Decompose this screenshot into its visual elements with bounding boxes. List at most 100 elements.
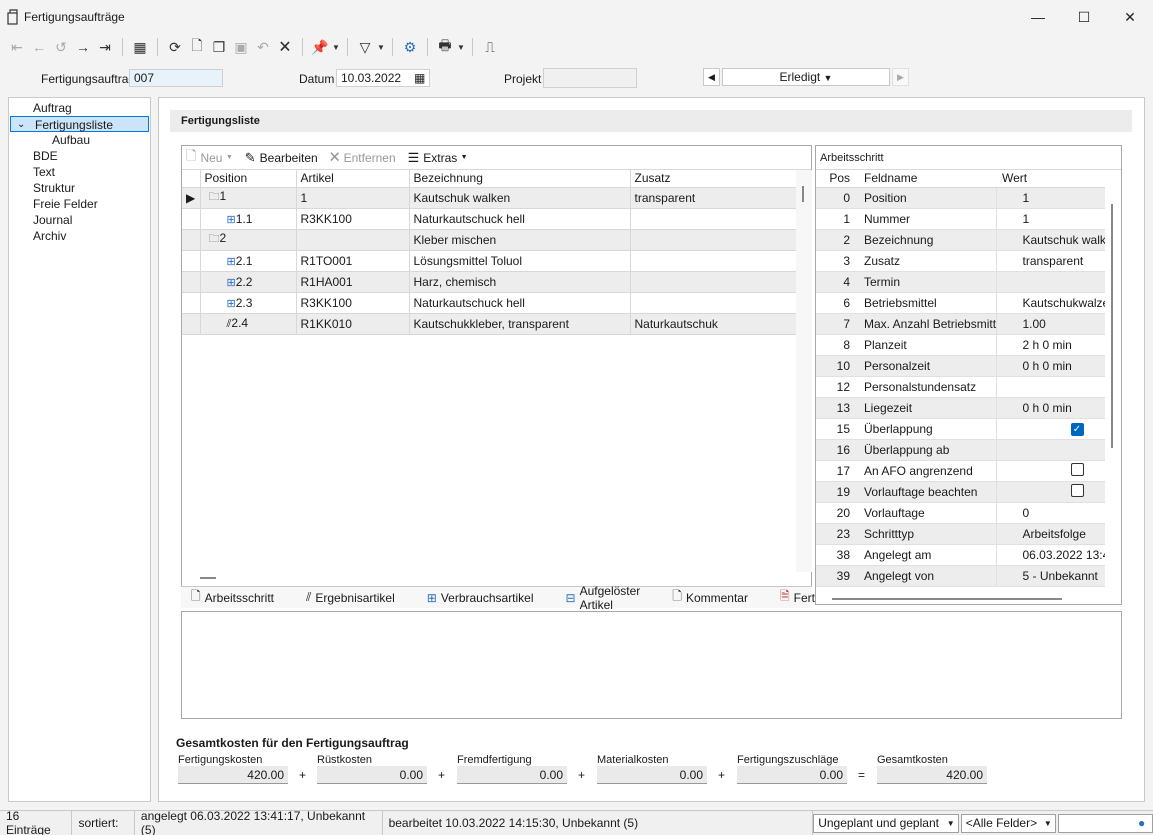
status-next-button[interactable]: ▶ [892,68,909,86]
auftrag-input[interactable]: 007 [129,69,223,87]
property-row[interactable]: 15 Überlappung ✓ [816,418,1105,440]
last-record-icon[interactable]: ⇥ [94,36,116,58]
filter-icon[interactable]: ▽ [354,36,376,58]
table-view-icon[interactable]: ▦ [129,36,151,58]
calendar-icon[interactable]: ▦ [414,71,425,85]
props-scrollbar[interactable] [1111,204,1113,448]
globe-search-icon: ● [1138,816,1146,830]
history-icon[interactable]: ↺ [50,36,72,58]
print-icon[interactable]: 🖶 [434,36,456,58]
status-prev-button[interactable]: ◀ [703,68,720,86]
pin-icon[interactable]: 📌 [309,36,331,58]
fertigungsliste-grid: 🗋 Neu ▼ ✎ Bearbeiten 🗙 Entfernen ☰ Extras ▼ … [181,145,812,605]
property-row[interactable]: 8 Planzeit 2 h 0 min [816,334,1105,356]
property-row[interactable]: 38Angelegt am06.03.2022 13:41 [816,544,1105,566]
table-row[interactable]: ⊞2.1 R1TO001 Lösungsmittel Toluol [182,250,799,272]
search-input[interactable]: ● [1057,813,1153,833]
property-row[interactable]: 2 Bezeichnung Kautschuk walke [816,229,1105,251]
nav-item-journal[interactable]: Journal [9,212,150,228]
props-hscrollbar[interactable] [832,598,1062,600]
tab-verbrauchsartikel[interactable]: ⊞ Verbrauchsartikel [427,591,534,605]
property-row[interactable]: 4 Termin [816,271,1105,293]
filter-dropdown-icon[interactable]: ▼ [376,43,386,52]
exit-icon[interactable]: ⎍ [479,36,501,58]
remove-icon: 🗙 [329,147,340,163]
folder-icon: 🗀 [208,191,220,203]
projekt-input[interactable] [543,68,637,88]
property-row[interactable]: 1 Nummer 1 [816,208,1105,230]
first-record-icon[interactable]: ⇤ [6,36,28,58]
checkbox-unchecked[interactable] [1070,462,1084,476]
property-row[interactable]: 23 Schritttyp Arbeitsfolge [816,523,1105,545]
column-header-bezeichnung[interactable]: Bezeichnung [409,170,631,188]
property-row[interactable]: 0 Position 1 [816,187,1105,209]
maximize-button[interactable]: ☐ [1061,0,1107,34]
table-row[interactable]: ⊞2.2 R1HA001 Harz, chemisch [182,271,799,293]
table-row[interactable]: ⊞2.3 R3KK100 Naturkautschuck hell [182,292,799,314]
new-document-icon[interactable]: 🗋 [186,36,208,58]
property-row[interactable]: 3 Zusatz transparent [816,250,1105,272]
checkbox-checked[interactable]: ✓ [1070,423,1084,436]
column-header-artikel[interactable]: Artikel [296,170,410,188]
copy-icon[interactable]: ❐ [208,36,230,58]
app-icon [7,9,18,25]
nav-item-bde[interactable]: BDE [9,148,150,164]
grid-scrollbar[interactable] [796,170,812,572]
cost-label: Rüstkosten [317,754,373,766]
new-document-icon: 🗋 [186,147,197,163]
undo-icon[interactable]: ↶ [252,36,274,58]
print-dropdown-icon[interactable]: ▼ [456,43,466,52]
column-header-position[interactable]: Position [200,170,297,188]
previous-icon[interactable]: ← [28,36,50,58]
tab-arbeitsschritt[interactable]: 🗋 Arbeitsschritt [191,587,274,608]
table-row[interactable]: 🗀2 Kleber mischen [182,229,799,251]
tab-ferti[interactable]: 🗎 Ferti [780,587,818,608]
close-button[interactable]: ✕ [1107,0,1153,34]
extras-button[interactable]: ☰ Extras ▼ [408,150,468,166]
refresh-icon[interactable]: ⟳ [164,36,186,58]
nav-item-auftrag[interactable]: Auftrag [9,100,150,116]
memo-area[interactable] [181,611,1122,719]
property-row[interactable]: 6 Betriebsmittel Kautschukwalze [816,292,1105,314]
nav-item-aufbau[interactable]: Aufbau [9,132,150,148]
column-header-zusatz[interactable]: Zusatz [630,170,799,188]
property-row[interactable]: 16 Überlappung ab [816,439,1105,461]
fields-select[interactable]: <Alle Felder> ▼ [960,813,1056,833]
save-icon[interactable]: ▣ [230,36,252,58]
nav-item-struktur[interactable]: Struktur [9,180,150,196]
table-row[interactable]: ▶ 🗀1 1 Kautschuk walken transparent [182,187,799,209]
property-row[interactable]: 17 An AFO angrenzend [816,460,1105,482]
property-row[interactable]: 7 Max. Anzahl Betriebsmittel 1.00 [816,313,1105,335]
property-row[interactable]: 12 Personalstundensatz [816,376,1105,398]
settings-icon[interactable]: ⚙ [399,36,421,58]
property-row[interactable]: 10 Personalzeit 0 h 0 min [816,355,1105,377]
filter-select[interactable]: Ungeplant und geplant ▼ [813,813,959,833]
next-icon[interactable]: → [72,36,94,58]
property-table: Pos Feldname Wert 0 Position 1 1 Nummer 1 2 Bez… [816,170,1105,587]
checkbox-unchecked[interactable] [1070,483,1084,497]
nav-item-freie-felder[interactable]: Freie Felder [9,196,150,212]
table-row[interactable]: ⫽2.4 R1KK010 Kautschukkleber, transparen… [182,313,799,335]
tab-ergebnisartikel[interactable]: ⫽ Ergebnisartikel [306,590,395,605]
nav-item-archiv[interactable]: Archiv [9,228,150,244]
tab-kommentar[interactable]: 🗋 Kommentar [672,587,748,608]
nav-item-text[interactable]: Text [9,164,150,180]
nav-item-fertigungsliste[interactable]: ⌄ Fertigungsliste [10,116,149,132]
grid-hscroll-thumb[interactable] [200,577,216,579]
neu-button[interactable]: 🗋 Neu ▼ [186,147,233,169]
entfernen-button[interactable]: 🗙 Entfernen [330,147,396,169]
window-title: Fertigungsaufträge [24,10,125,24]
property-row[interactable]: 13 Liegezeit 0 h 0 min [816,397,1105,419]
pin-dropdown-icon[interactable]: ▼ [331,43,341,52]
property-row[interactable]: 20 Vorlauftage 0 [816,502,1105,524]
title-bar: Fertigungsaufträge — ☐ ✕ [0,0,1153,34]
minimize-button[interactable]: — [1015,0,1061,34]
bearbeiten-button[interactable]: ✎ Bearbeiten [245,150,318,166]
property-row[interactable]: 19 Vorlauftage beachten [816,481,1105,503]
tab-aufgeloester-artikel[interactable]: ⊟ Aufgelöster Artikel [566,584,641,612]
cost-label: Fertigungszuschläge [737,754,839,766]
status-select[interactable]: Erledigt ▼ [722,68,890,86]
property-row[interactable]: 39 Angelegt von 5 - Unbekannt [816,565,1105,587]
table-row[interactable]: ⊞1.1 R3KK100 Naturkautschuck hell [182,208,799,230]
delete-document-icon[interactable]: 🗙 [274,36,296,58]
